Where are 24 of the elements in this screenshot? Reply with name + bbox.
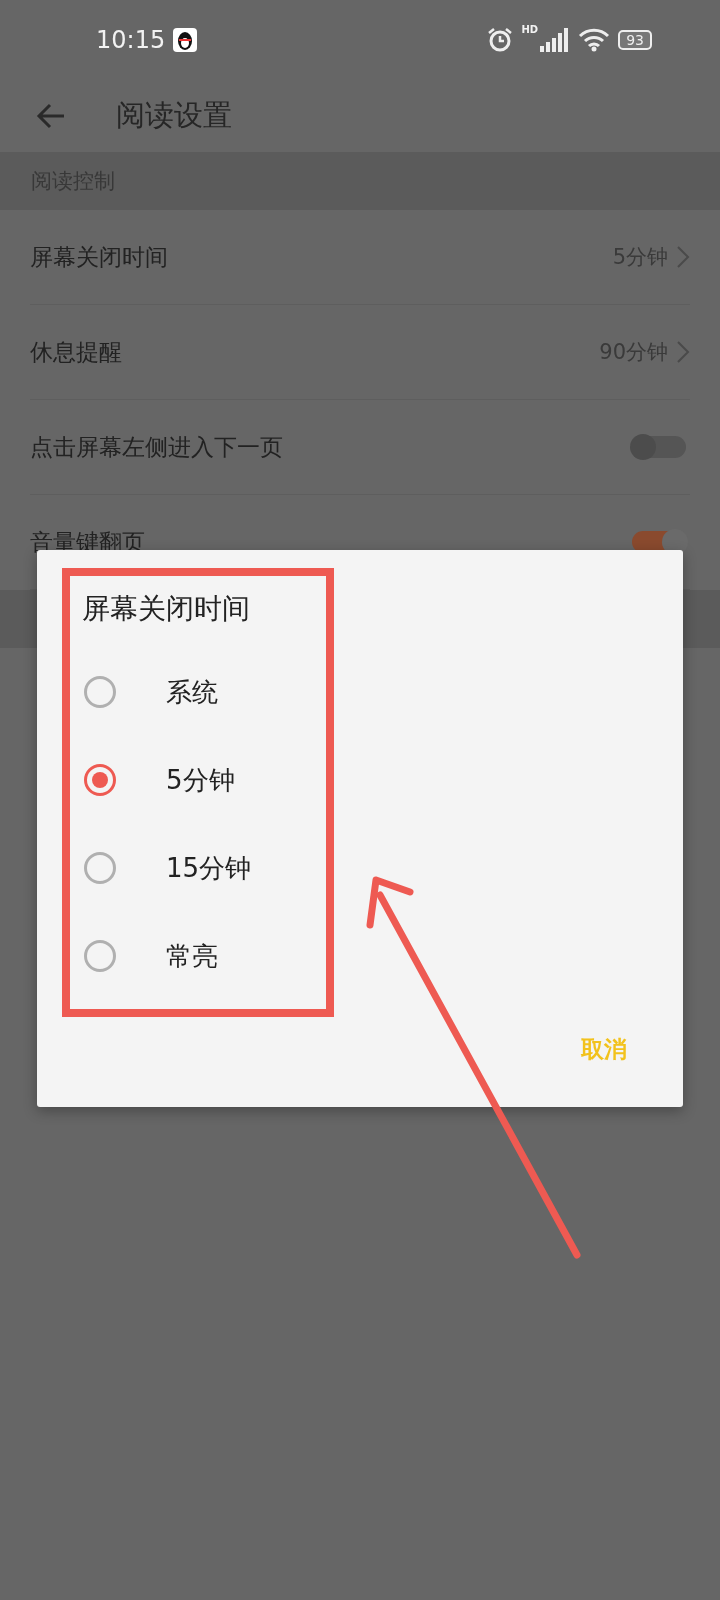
- radio-button[interactable]: [84, 852, 116, 884]
- setting-label: 屏幕关闭时间: [30, 242, 169, 272]
- option-label[interactable]: 常亮: [166, 938, 218, 974]
- toggle-switch[interactable]: [632, 531, 686, 553]
- wifi-icon: [578, 28, 611, 52]
- option-label[interactable]: 15分钟: [166, 850, 252, 886]
- radio-button[interactable]: [84, 676, 116, 708]
- setting-label: 休息提醒: [30, 337, 123, 367]
- toggle-switch[interactable]: [632, 436, 686, 458]
- app-notification-icon: [173, 28, 198, 52]
- setting-label: 点击屏幕左侧进入下一页: [30, 432, 284, 462]
- page-title: 阅读设置: [116, 97, 232, 134]
- chevron-right-icon: [676, 340, 690, 364]
- option-label[interactable]: 系统: [166, 674, 218, 710]
- radio-button[interactable]: [84, 940, 116, 972]
- status-time: 10:15: [96, 26, 166, 54]
- network-type-label: HD: [521, 24, 539, 35]
- radio-button[interactable]: [84, 764, 116, 796]
- back-arrow-icon[interactable]: [36, 103, 66, 129]
- option-label[interactable]: 5分钟: [166, 762, 235, 798]
- chevron-right-icon: [676, 245, 690, 269]
- dialog-title: 屏幕关闭时间: [82, 591, 251, 627]
- signal-icon: [540, 28, 571, 52]
- battery-level: 93: [618, 30, 652, 50]
